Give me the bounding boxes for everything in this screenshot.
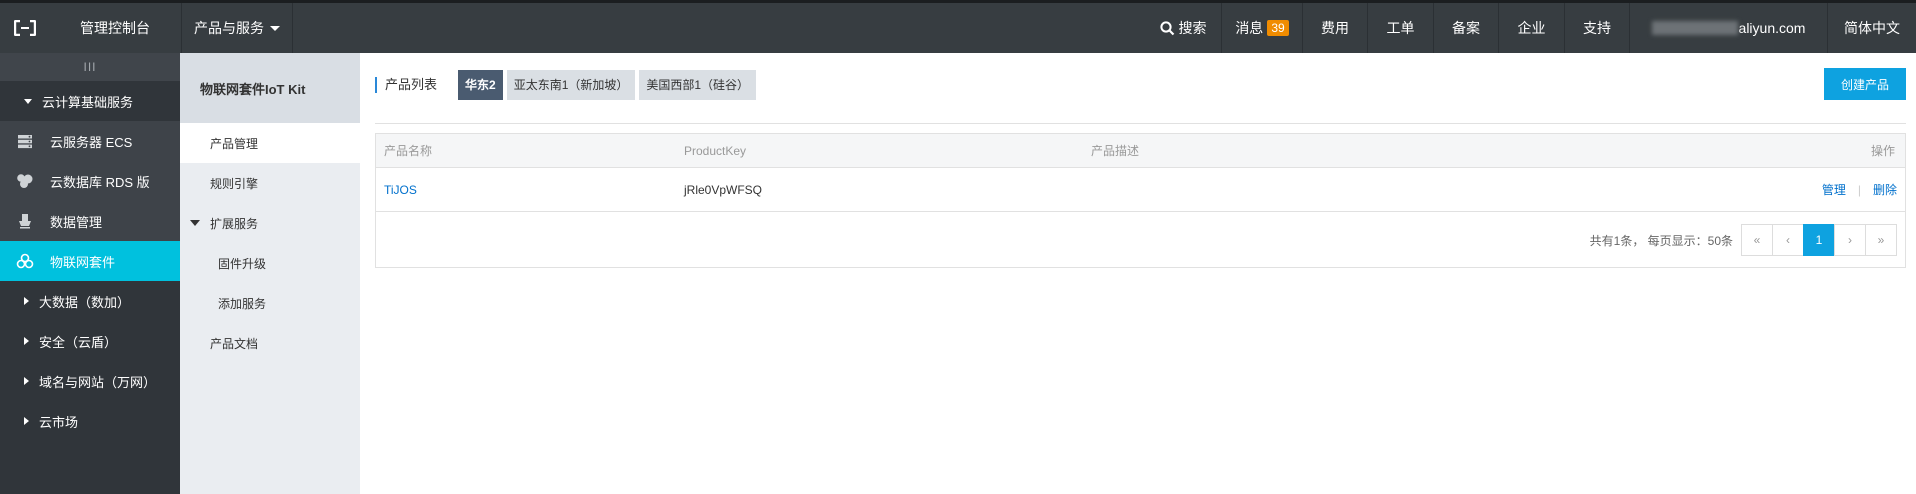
sidebar-group-label: 安全（云盾） [39,334,118,350]
database-icon [0,173,50,189]
sidebar-group-cloud-computing[interactable]: 云计算基础服务 [0,81,180,121]
subnav-item-add-service[interactable]: 添加服务 [180,283,360,323]
account-menu[interactable]: aliyun.com [1629,3,1827,53]
table-header: 产品名称 ProductKey 产品描述 操作 [376,134,1905,168]
triangle-right-icon [24,377,29,385]
divider [375,123,1906,124]
triangle-right-icon [24,337,29,345]
subnav-item-firmware-upgrade[interactable]: 固件升级 [180,243,360,283]
sidebar-item-label: 数据管理 [50,214,103,230]
iot-icon [0,253,50,269]
subnav-item-label: 扩展服务 [210,216,259,231]
messages-count-badge: 39 [1267,20,1289,36]
enterprise-button[interactable]: 企业 [1498,3,1564,53]
iot-kit-subnav: 物联网套件IoT Kit 产品管理 规则引擎 扩展服务 固件升级 添加服务 产品… [180,53,360,494]
column-header-description: 产品描述 [1091,144,1140,158]
row-actions: 管理 | 删除 [1822,181,1897,198]
product-key-value: jRle0VpWFSQ [684,182,763,197]
first-page-button[interactable]: « [1741,224,1773,256]
language-switcher[interactable]: 简体中文 [1827,3,1916,53]
products-and-services-menu[interactable]: 产品与服务 [181,3,293,53]
sidebar-item-ecs[interactable]: 云服务器 ECS [0,121,180,161]
column-header-productkey: ProductKey [684,143,747,158]
last-page-button[interactable]: » [1865,224,1897,256]
delete-link[interactable]: 删除 [1873,181,1897,198]
subnav-title: 物联网套件IoT Kit [180,53,360,123]
region-tab-us-west[interactable]: 美国西部1（硅谷） [639,70,757,100]
sidebar-group-marketplace[interactable]: 云市场 [0,401,180,441]
sidebar-group-label: 云计算基础服务 [42,94,134,110]
pagination-row: 共有1条， 每页显示：50条 « ‹ 1 › » [376,212,1905,267]
subnav-item-product-management[interactable]: 产品管理 [180,123,360,163]
account-domain: aliyun.com [1738,20,1806,36]
column-header-name: 产品名称 [384,144,433,158]
manage-link[interactable]: 管理 [1822,181,1846,198]
sidebar-group-label: 云市场 [39,414,79,430]
ticket-button[interactable]: 工单 [1367,3,1433,53]
chevron-down-icon [270,25,280,31]
prev-page-button[interactable]: ‹ [1772,224,1804,256]
console-title[interactable]: 管理控制台 [50,18,180,38]
sidebar-group-big-data[interactable]: 大数据（数加） [0,281,180,321]
messages-button[interactable]: 消息 39 [1221,3,1302,53]
action-divider: | [1857,182,1861,197]
subnav-item-product-docs[interactable]: 产品文档 [180,323,360,363]
sidebar-item-rds[interactable]: 云数据库 RDS 版 [0,161,180,201]
left-sidebar: III 云计算基础服务 云服务器 ECS 云数据库 RDS 版 数据管理 物联网… [0,53,180,494]
column-header-actions: 操作 [1870,144,1895,158]
server-icon [0,134,50,149]
page-header: 产品列表 华东2 亚太东南1（新加坡） 美国西部1（硅谷） 创建产品 [360,53,1916,123]
sidebar-item-label: 云数据库 RDS 版 [50,174,150,190]
pagination-info: 共有1条， 每页显示：50条 [1589,234,1733,248]
account-name-redacted [1651,21,1738,35]
sidebar-group-domains[interactable]: 域名与网站（万网） [0,361,180,401]
support-button[interactable]: 支持 [1564,3,1629,53]
sidebar-collapse-toggle[interactable]: III [0,53,180,81]
sidebar-item-data-management[interactable]: 数据管理 [0,201,180,241]
product-table: 产品名称 ProductKey 产品描述 操作 TiJOS jRle0VpWFS… [375,133,1906,268]
subnav-item-extensions[interactable]: 扩展服务 [180,203,360,243]
region-tabs: 华东2 亚太东南1（新加坡） 美国西部1（硅谷） [458,70,760,100]
subnav-item-rules-engine[interactable]: 规则引擎 [180,163,360,203]
data-management-icon [0,213,50,229]
next-page-button[interactable]: › [1834,224,1866,256]
page-number-button[interactable]: 1 [1803,224,1835,256]
top-navigation-bar: 管理控制台 产品与服务 搜索 消息 39 费用 工单 备案 企业 支持 aliy… [0,0,1916,53]
sidebar-group-label: 大数据（数加） [39,294,131,310]
region-tab-east-china-2[interactable]: 华东2 [458,70,503,100]
search-button[interactable]: 搜索 [1145,3,1221,53]
pagination: « ‹ 1 › » [1741,224,1897,256]
triangle-down-icon [190,220,200,226]
region-tab-singapore[interactable]: 亚太东南1（新加坡） [506,70,636,100]
icp-filing-button[interactable]: 备案 [1433,3,1498,53]
triangle-down-icon [24,98,32,104]
billing-button[interactable]: 费用 [1302,3,1367,53]
triangle-right-icon [24,297,29,305]
sidebar-group-label: 域名与网站（万网） [39,374,157,390]
search-label: 搜索 [1178,20,1207,36]
create-product-button[interactable]: 创建产品 [1824,68,1906,100]
triangle-right-icon [24,417,29,425]
sidebar-item-label: 云服务器 ECS [50,134,133,150]
main-content: 产品列表 华东2 亚太东南1（新加坡） 美国西部1（硅谷） 创建产品 产品名称 … [360,53,1916,494]
sidebar-item-label: 物联网套件 [50,254,116,270]
messages-label: 消息 [1235,20,1264,36]
search-icon [1159,20,1174,35]
sidebar-group-security[interactable]: 安全（云盾） [0,321,180,361]
sidebar-item-iot-kit[interactable]: 物联网套件 [0,241,180,281]
products-menu-label: 产品与服务 [194,20,264,36]
product-name-link[interactable]: TiJOS [384,183,417,197]
page-title: 产品列表 [375,77,437,93]
table-row: TiJOS jRle0VpWFSQ 管理 | 删除 [376,168,1905,212]
aliyun-logo-icon[interactable] [0,3,50,53]
